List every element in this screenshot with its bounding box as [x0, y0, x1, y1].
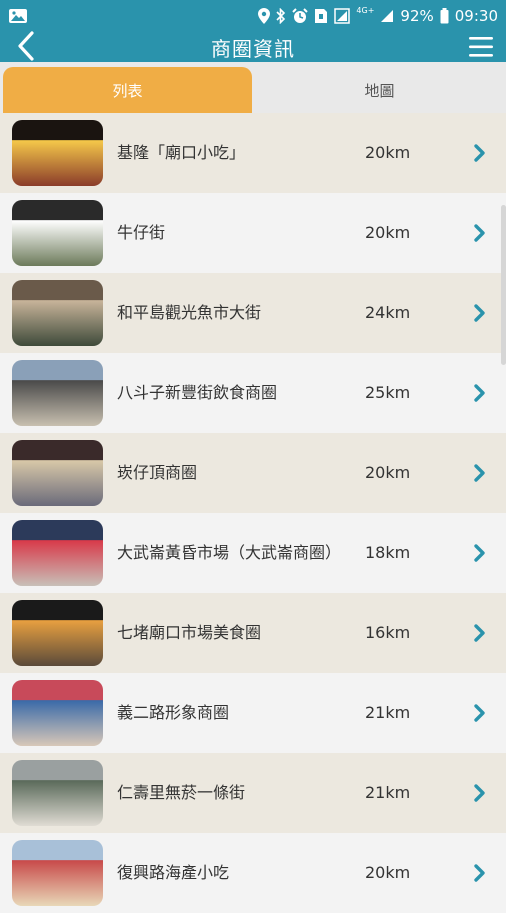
list-item[interactable]: 八斗子新豐街飲食商圈 25km [0, 353, 506, 433]
item-name: 義二路形象商圈 [117, 703, 230, 722]
item-distance: 25km [365, 383, 411, 402]
thumbnail-image [12, 280, 103, 346]
chevron-right-icon[interactable] [473, 463, 487, 483]
gallery-notification-icon [9, 9, 27, 23]
app-bar: 商圈資訊 [0, 30, 506, 62]
back-arrow-icon [18, 31, 34, 61]
cell-signal-icon [381, 10, 394, 22]
item-distance: 24km [365, 303, 411, 322]
network-type: 4G+ [356, 6, 375, 15]
list-item[interactable]: 牛仔街 20km [0, 193, 506, 273]
status-right: 4G+ 92% 09:30 [258, 7, 498, 25]
item-name: 基隆「廟口小吃」 [117, 143, 246, 162]
item-name: 復興路海產小吃 [117, 863, 230, 882]
page-title: 商圈資訊 [211, 36, 295, 61]
tab-map[interactable]: 地圖 [253, 67, 506, 113]
hamburger-menu-icon [469, 37, 493, 57]
battery-icon [440, 8, 449, 24]
chevron-right-icon[interactable] [473, 303, 487, 323]
item-distance: 18km [365, 543, 411, 562]
item-name: 牛仔街 [117, 223, 166, 242]
chevron-right-icon[interactable] [473, 703, 487, 723]
scrollbar[interactable] [501, 205, 506, 365]
list-item[interactable]: 大武崙黃昏市場（大武崙商圈） 18km [0, 513, 506, 593]
thumbnail-image [12, 840, 103, 906]
bluetooth-icon [276, 8, 286, 24]
thumbnail-image [12, 440, 103, 506]
thumbnail-image [12, 520, 103, 586]
status-left [8, 8, 28, 24]
item-name: 崁仔頂商圈 [117, 463, 198, 482]
item-distance: 21km [365, 703, 411, 722]
thumbnail-image [12, 600, 103, 666]
item-distance: 20km [365, 463, 411, 482]
item-distance: 20km [365, 863, 411, 882]
list-item[interactable]: 基隆「廟口小吃」 20km [0, 113, 506, 193]
chevron-right-icon[interactable] [473, 223, 487, 243]
chevron-right-icon[interactable] [473, 383, 487, 403]
list-item[interactable]: 仁壽里無菸一條街 21km [0, 753, 506, 833]
thumbnail-image [12, 760, 103, 826]
tab-bar: 列表 地圖 [0, 62, 506, 114]
battery-percent: 92% [400, 7, 434, 25]
thumbnail-image [12, 120, 103, 186]
item-name: 大武崙黃昏市場（大武崙商圈） [117, 543, 342, 562]
item-distance: 16km [365, 623, 411, 642]
item-distance: 20km [365, 143, 411, 162]
list-item[interactable]: 七堵廟口市場美食圈 16km [0, 593, 506, 673]
back-button[interactable] [14, 30, 40, 62]
chevron-right-icon[interactable] [473, 543, 487, 563]
signal-wifi-icon [334, 8, 351, 24]
list-item[interactable]: 復興路海產小吃 20km [0, 833, 506, 913]
thumbnail-image [12, 360, 103, 426]
clock: 09:30 [454, 7, 498, 25]
status-bar: 4G+ 92% 09:30 [0, 0, 506, 32]
item-name: 仁壽里無菸一條街 [117, 783, 246, 802]
chevron-right-icon[interactable] [473, 863, 487, 883]
alarm-icon [292, 8, 309, 23]
thumbnail-image [12, 200, 103, 266]
tab-list[interactable]: 列表 [3, 67, 252, 113]
chevron-right-icon[interactable] [473, 783, 487, 803]
item-name: 七堵廟口市場美食圈 [117, 623, 262, 642]
item-name: 八斗子新豐街飲食商圈 [117, 383, 278, 402]
item-name: 和平島觀光魚市大街 [117, 303, 262, 322]
list-item[interactable]: 崁仔頂商圈 20km [0, 433, 506, 513]
menu-button[interactable] [468, 34, 494, 60]
chevron-right-icon[interactable] [473, 143, 487, 163]
sim-icon [315, 9, 328, 23]
thumbnail-image [12, 680, 103, 746]
item-distance: 21km [365, 783, 411, 802]
shopping-district-list: 基隆「廟口小吃」 20km 牛仔街 20km 和平島觀光魚市大街 24km 八斗子新豐街飲食… [0, 113, 506, 913]
chevron-right-icon[interactable] [473, 623, 487, 643]
location-icon [258, 8, 271, 24]
list-item[interactable]: 義二路形象商圈 21km [0, 673, 506, 753]
item-distance: 20km [365, 223, 411, 242]
list-item[interactable]: 和平島觀光魚市大街 24km [0, 273, 506, 353]
